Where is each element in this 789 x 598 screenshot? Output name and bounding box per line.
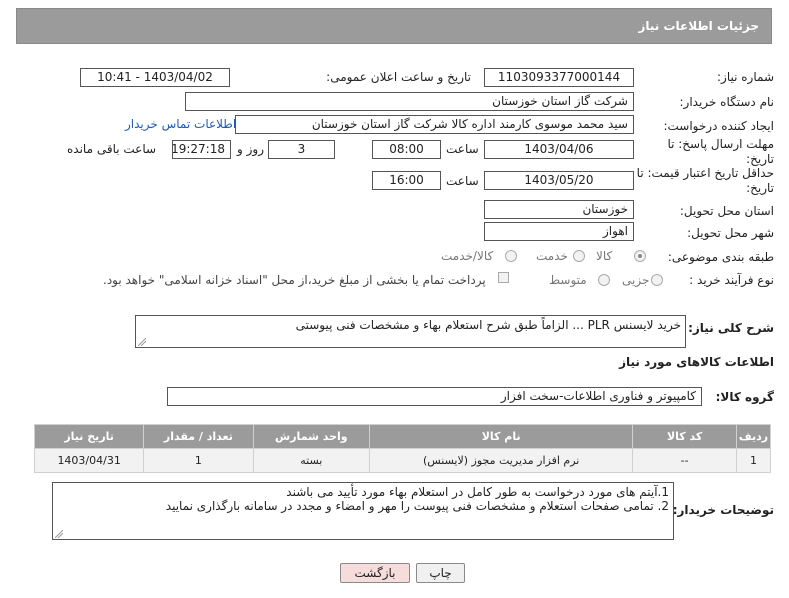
requester-label: ایجاد کننده درخواست: (663, 119, 774, 133)
city-field[interactable]: اهواز (484, 222, 634, 241)
remaining-time[interactable]: 19:27:18 (172, 140, 231, 159)
cell-row: 1 (736, 448, 771, 473)
process-medium-label: متوسط (549, 273, 587, 287)
col-unit-header: واحد شمارش (252, 424, 371, 449)
goods-section-title: اطلاعات کالاهای مورد نیاز (619, 355, 774, 369)
buyer-note-line-1: 1.آیتم های مورد درخواست به طور کامل در ا… (286, 485, 669, 499)
description-label: شرح کلی نیاز: (688, 321, 774, 335)
buyer-contact-link[interactable]: اطلاعات تماس خریدار (125, 117, 236, 131)
process-label: نوع فرآیند خرید : (689, 273, 774, 287)
process-partial-label: جزیی (622, 273, 650, 287)
category-both-label: کالا/خدمت (441, 249, 494, 263)
panel-title: جزئیات اطلاعات نیاز (638, 19, 759, 33)
category-goods-radio[interactable] (634, 250, 646, 262)
need-number-field[interactable]: 1103093377000144 (484, 68, 634, 87)
back-button[interactable]: بازگشت (340, 563, 410, 583)
cell-name: نرم افزار مدیریت مجوز (لایسنس) (369, 448, 634, 473)
cell-code: -- (632, 448, 738, 473)
buyer-org-field[interactable]: شرکت گاز استان خوزستان (185, 92, 634, 111)
print-button[interactable]: چاپ (416, 563, 465, 583)
reply-deadline-label: مهلت ارسال پاسخ: تا تاریخ: (667, 137, 774, 166)
cell-qty: 1 (143, 448, 254, 473)
reply-time-label: ساعت (446, 142, 479, 156)
col-name-header: نام کالا (369, 424, 634, 449)
city-label: شهر محل تحویل: (687, 226, 774, 240)
province-field[interactable]: خوزستان (484, 200, 634, 219)
announce-datetime-field[interactable]: 1403/04/02 - 10:41 (80, 68, 230, 87)
buyer-notes-label: توضیحات خریدار: (672, 503, 774, 517)
validity-time-label: ساعت (446, 174, 479, 188)
table-header-row: ردیف کد کالا نام کالا واحد شمارش تعداد /… (33, 424, 771, 449)
category-label: طبقه بندی موضوعی: (667, 250, 774, 264)
table-row: 1 -- نرم افزار مدیریت مجوز (لایسنس) بسته… (33, 448, 771, 473)
col-date-header: تاریخ نیاز (33, 424, 145, 449)
announce-datetime-label: تاریخ و ساعت اعلان عمومی: (326, 70, 471, 84)
reply-deadline-date[interactable]: 1403/04/06 (484, 140, 634, 159)
requester-field[interactable]: سید محمد موسوی کارمند اداره کالا شرکت گا… (235, 115, 634, 134)
process-medium-radio[interactable] (598, 274, 610, 286)
description-text: خرید لایسنس PLR ... الزاماً طبق شرح استع… (295, 318, 681, 332)
price-validity-date[interactable]: 1403/05/20 (484, 171, 634, 190)
goods-table: ردیف کد کالا نام کالا واحد شمارش تعداد /… (33, 424, 771, 473)
col-row-header: ردیف (736, 424, 771, 449)
category-service-radio[interactable] (573, 250, 585, 262)
buyer-note-line-2: 2. تمامی صفحات استعلام و مشخصات فنی پیوس… (165, 499, 669, 513)
remaining-days[interactable]: 3 (268, 140, 335, 159)
buyer-org-label: نام دستگاه خریدار: (679, 95, 775, 109)
cell-unit: بسته (252, 448, 371, 473)
reply-deadline-time[interactable]: 08:00 (372, 140, 441, 159)
cell-date: 1403/04/31 (33, 448, 145, 473)
col-qty-header: تعداد / مقدار (143, 424, 254, 449)
col-code-header: کد کالا (632, 424, 738, 449)
process-partial-radio[interactable] (651, 274, 663, 286)
treasury-checkbox[interactable] (498, 272, 509, 283)
province-label: استان محل تحویل: (679, 204, 774, 218)
header-panel: جزئیات اطلاعات نیاز (16, 8, 772, 44)
category-goods-label: کالا (596, 249, 613, 263)
days-label: روز و (237, 142, 264, 156)
treasury-note: پرداخت تمام یا بخشی از مبلغ خرید،از محل … (103, 273, 486, 287)
price-validity-time[interactable]: 16:00 (372, 171, 441, 190)
need-number-label: شماره نیاز: (717, 70, 774, 84)
resize-grip-icon[interactable] (55, 530, 63, 538)
price-validity-label: حداقل تاریخ اعتبار قیمت: تا تاریخ: (636, 166, 774, 195)
resize-grip-icon[interactable] (138, 338, 146, 346)
goods-group-field[interactable]: کامپیوتر و فناوری اطلاعات-سخت افزار (167, 387, 702, 406)
goods-group-label: گروه کالا: (715, 390, 774, 404)
category-service-label: خدمت (536, 249, 568, 263)
remaining-label: ساعت باقی مانده (67, 142, 157, 156)
description-textarea[interactable]: خرید لایسنس PLR ... الزاماً طبق شرح استع… (135, 315, 686, 348)
category-both-radio[interactable] (505, 250, 517, 262)
buyer-notes-textarea[interactable]: 1.آیتم های مورد درخواست به طور کامل در ا… (52, 482, 674, 540)
